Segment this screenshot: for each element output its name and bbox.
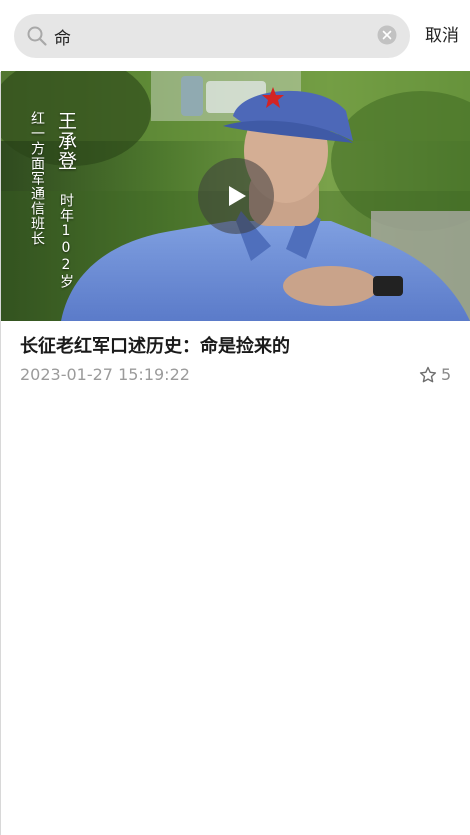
favorite-count: 5 <box>441 365 452 384</box>
star-icon <box>419 366 437 383</box>
search-icon <box>27 26 47 46</box>
clear-icon[interactable] <box>377 25 397 45</box>
thumbnail-caption-age: 时年102岁 <box>58 193 74 289</box>
play-button[interactable] <box>198 158 274 234</box>
thumbnail-caption-unit: 红一方面军通信班长 <box>29 111 45 246</box>
favorite-button[interactable]: 5 <box>419 363 451 387</box>
search-header: 取消 <box>0 0 470 72</box>
play-icon <box>229 186 246 206</box>
thumbnail-caption-name: 王承登 <box>55 111 77 171</box>
video-thumbnail[interactable]: 红一方面军通信班长 王承登 时年102岁 <box>1 71 470 321</box>
publish-time: 2023-01-27 15:19:22 <box>20 365 190 384</box>
search-box[interactable] <box>14 14 410 58</box>
search-input[interactable] <box>54 20 369 52</box>
cancel-button[interactable]: 取消 <box>420 23 464 49</box>
video-title[interactable]: 长征老红军口述历史：命是捡来的 <box>20 334 460 360</box>
